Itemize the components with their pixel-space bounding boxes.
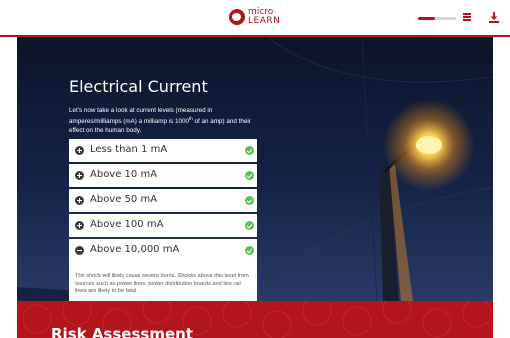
accordion-item-label: Above 10 mA xyxy=(90,169,158,180)
download-icon[interactable] xyxy=(489,12,499,23)
accordion-item-body: The shock will likely cause severe burns… xyxy=(75,273,249,295)
accordion-item-above-50ma[interactable]: Above 50 mA xyxy=(69,189,257,212)
next-section-title: Risk Assessment xyxy=(51,325,193,338)
accordion-item-label: Above 100 mA xyxy=(90,219,164,230)
risk-assessment-section: Risk Assessment xyxy=(17,301,493,338)
collapse-minus-icon[interactable] xyxy=(75,246,84,255)
accordion-item-above-10000ma[interactable]: Above 10,000 mA The shock will likely ca… xyxy=(69,239,257,301)
completed-check-icon xyxy=(245,146,254,155)
logo-mark-icon xyxy=(229,9,245,25)
top-bar: micro LEARN xyxy=(0,0,510,37)
accordion-item-label: Above 10,000 mA xyxy=(90,244,180,255)
intro-text: Let's now take a look at current levels … xyxy=(69,107,265,135)
accordion-item-label: Less than 1 mA xyxy=(90,144,168,155)
logo-line2: LEARN xyxy=(248,16,281,26)
section-title: Electrical Current xyxy=(69,77,208,96)
completed-check-icon xyxy=(245,246,254,255)
accordion-item-above-10ma[interactable]: Above 10 mA xyxy=(69,164,257,187)
microlearn-logo: micro LEARN xyxy=(229,8,280,26)
completed-check-icon xyxy=(245,196,254,205)
expand-plus-icon[interactable] xyxy=(75,171,84,180)
completed-check-icon xyxy=(245,221,254,230)
course-progress-bar xyxy=(418,17,456,20)
logo-text: micro LEARN xyxy=(248,8,280,26)
accordion-item-less-than-1ma[interactable]: Less than 1 mA xyxy=(69,139,257,162)
accordion-item-above-100ma[interactable]: Above 100 mA xyxy=(69,214,257,237)
completed-check-icon xyxy=(245,171,254,180)
menu-icon[interactable] xyxy=(463,13,471,21)
accordion-item-label: Above 50 mA xyxy=(90,194,158,205)
frame-left xyxy=(0,37,17,338)
current-levels-accordion: Less than 1 mA Above 10 mA Above 50 mA A… xyxy=(69,139,257,301)
frame-right xyxy=(493,37,510,338)
expand-plus-icon[interactable] xyxy=(75,196,84,205)
expand-plus-icon[interactable] xyxy=(75,146,84,155)
progress-fill xyxy=(418,17,436,20)
hero-background: Electrical Current Let's now take a look… xyxy=(17,37,493,301)
expand-plus-icon[interactable] xyxy=(75,221,84,230)
